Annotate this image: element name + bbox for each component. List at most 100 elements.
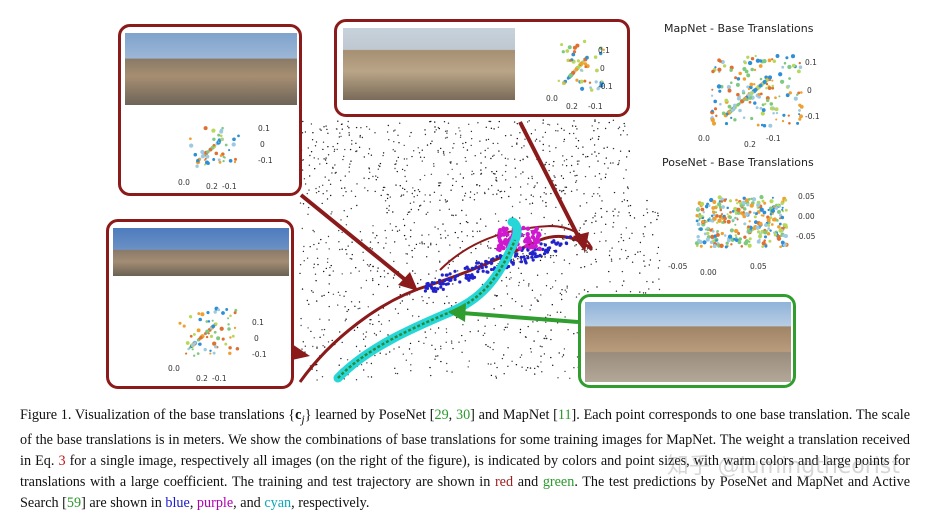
base-translation-point	[711, 88, 714, 91]
base-translation-point	[750, 57, 755, 61]
cloud-point	[394, 367, 396, 369]
base-translation-point	[698, 218, 701, 221]
posenet-prediction-point	[470, 266, 474, 270]
cloud-point	[490, 374, 493, 377]
cloud-point	[491, 184, 493, 187]
cloud-point	[528, 120, 530, 122]
posenet-prediction-point	[449, 277, 453, 281]
cloud-point	[470, 144, 472, 147]
cloud-point	[486, 317, 488, 319]
base-translation-point	[771, 196, 774, 199]
base-translation-point	[716, 230, 719, 233]
cloud-point	[310, 330, 312, 333]
citation-link[interactable]: 59	[67, 495, 81, 511]
cloud-point	[372, 278, 374, 280]
base-translation-point	[774, 107, 779, 112]
cloud-point	[399, 286, 401, 288]
base-translation-point	[213, 330, 217, 334]
cloud-point	[405, 238, 407, 240]
cloud-point	[634, 253, 636, 256]
cloud-point	[311, 139, 314, 141]
cloud-point	[344, 175, 346, 177]
posenet-prediction-point	[475, 261, 479, 265]
cloud-point	[583, 193, 585, 195]
cloud-point	[318, 186, 321, 188]
training-callout-1	[118, 24, 302, 196]
callout-1-plot	[189, 126, 240, 168]
base-translation-point	[770, 223, 774, 226]
caption-text: , and	[233, 494, 265, 511]
cloud-point	[357, 308, 359, 310]
cloud-point	[522, 158, 524, 161]
cloud-point	[564, 186, 566, 188]
base-translation-point	[193, 341, 197, 345]
cloud-point	[487, 138, 490, 141]
cloud-point	[363, 338, 365, 340]
cloud-point	[575, 296, 578, 298]
cloud-point	[501, 357, 504, 360]
cloud-point	[620, 237, 622, 239]
base-translation-point	[575, 43, 580, 48]
posenet-prediction-point	[530, 255, 534, 259]
callout-2-tick-z1: 0.1	[598, 46, 610, 55]
base-translation-point	[217, 308, 221, 312]
cloud-point	[587, 155, 589, 158]
cloud-point	[440, 182, 442, 184]
cloud-point	[450, 305, 453, 307]
cloud-point	[421, 234, 423, 236]
cloud-point	[505, 164, 507, 167]
cloud-point	[493, 154, 495, 156]
base-translation-point	[728, 215, 732, 220]
base-translation-point	[723, 216, 727, 220]
base-translation-point	[565, 49, 570, 53]
citation-link[interactable]: 30	[456, 407, 470, 423]
base-translation-point	[742, 211, 745, 214]
cloud-point	[393, 130, 395, 132]
base-translation-point	[579, 68, 583, 72]
callout-3-tick-z2: 0	[254, 334, 259, 343]
cloud-point	[515, 364, 518, 366]
cloud-point	[399, 122, 401, 124]
equation-link[interactable]: 3	[58, 453, 65, 469]
base-translation-point	[205, 154, 210, 159]
cloud-point	[549, 314, 551, 317]
cloud-point	[495, 295, 498, 297]
cloud-point	[491, 171, 493, 173]
citation-link[interactable]: 11	[558, 407, 572, 423]
base-translation-point	[584, 65, 588, 69]
base-translation-point	[225, 308, 229, 311]
cloud-point	[340, 135, 342, 138]
cloud-point	[509, 271, 511, 274]
cloud-point	[548, 145, 550, 147]
base-translation-point	[764, 244, 768, 248]
cloud-point	[545, 201, 547, 204]
base-translation-point	[733, 237, 736, 241]
base-translation-point	[763, 235, 768, 239]
cloud-point	[418, 152, 421, 154]
citation-link[interactable]: 29	[434, 407, 448, 423]
posenet-prediction-point	[425, 286, 430, 290]
cloud-point	[313, 157, 315, 159]
cloud-point	[364, 187, 366, 189]
cloud-point	[427, 246, 429, 248]
cloud-point	[431, 140, 433, 142]
cloud-point	[554, 184, 556, 186]
cloud-point	[508, 195, 510, 198]
cloud-point	[544, 131, 547, 134]
posenet-prediction-point	[484, 265, 488, 269]
cloud-point	[469, 196, 471, 199]
cloud-point	[494, 362, 496, 364]
cloud-point	[545, 337, 547, 340]
cloud-point	[621, 200, 623, 203]
base-translation-point	[746, 73, 751, 78]
cloud-point	[646, 280, 648, 283]
cloud-point	[332, 270, 334, 272]
cloud-point	[451, 214, 453, 216]
cloud-point	[303, 245, 305, 248]
cloud-point	[312, 132, 314, 134]
cloud-point	[360, 364, 363, 366]
cloud-point	[568, 262, 571, 265]
cloud-point	[564, 289, 566, 291]
cloud-point	[555, 130, 557, 132]
cloud-point	[562, 177, 565, 180]
